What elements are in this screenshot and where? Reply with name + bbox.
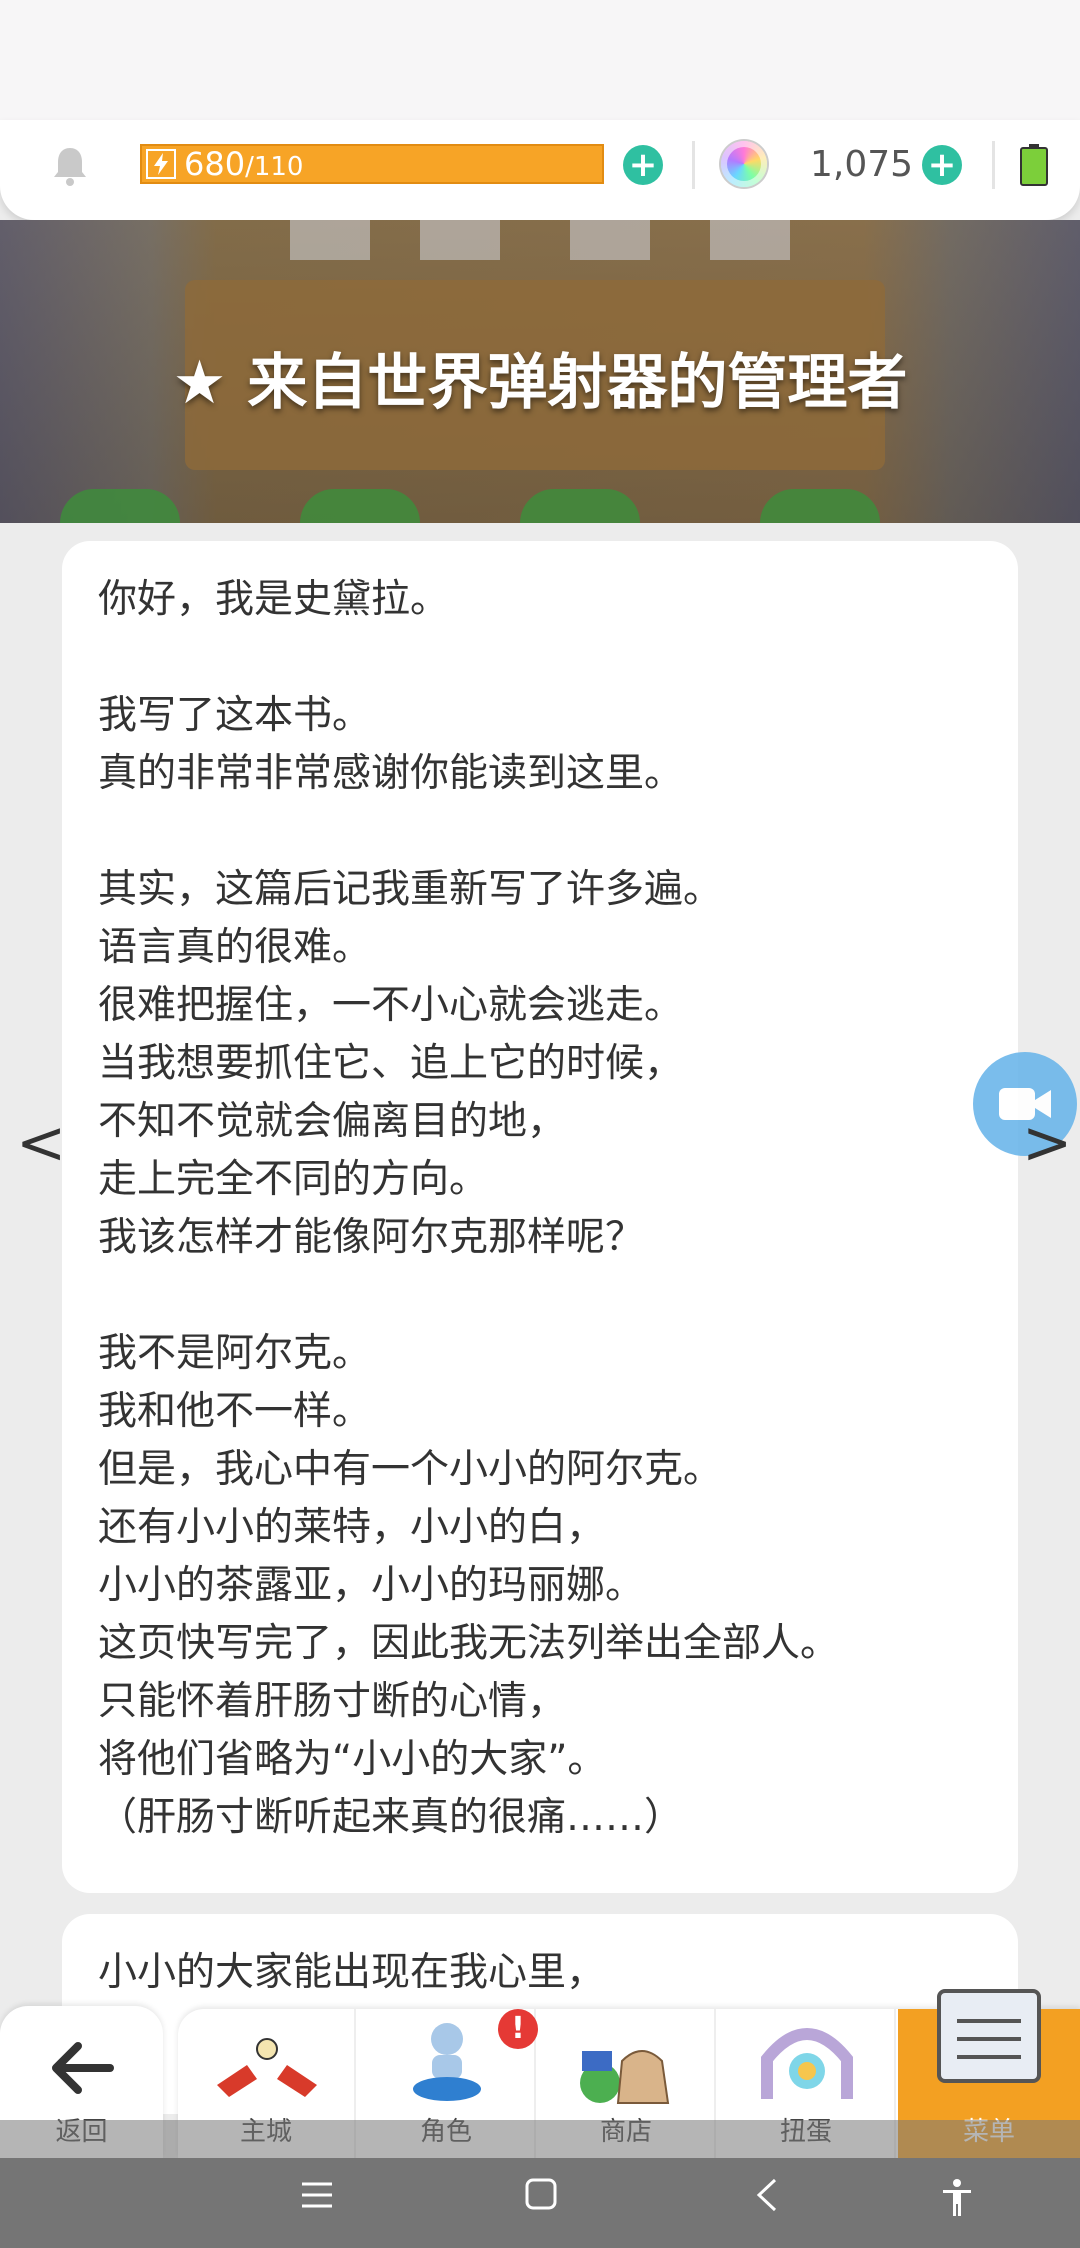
stamina-value: 680/110 <box>184 145 304 183</box>
chapter-title: ★ 来自世界弹射器的管理者 <box>172 348 908 418</box>
card-text: 你好，我是史黛拉。 我写了这本书。真的非常非常感谢你能读到这里。 其实，这篇后记我重… <box>98 571 839 1847</box>
home-icon[interactable] <box>525 2178 557 2210</box>
battery-icon <box>1020 144 1048 186</box>
text-line: 我该怎样才能像阿尔克那样呢？ <box>98 1215 645 1260</box>
text-line: 不知不觉就会偏离目的地， <box>98 1099 567 1144</box>
text-line: 我不是阿尔克。 <box>98 1331 372 1376</box>
divider <box>992 141 995 189</box>
text-card: 你好，我是史黛拉。 我写了这本书。真的非常非常感谢你能读到这里。 其实，这篇后记我重… <box>62 541 1018 1893</box>
next-page-button[interactable]: > <box>1022 1108 1072 1178</box>
text-line: 你好，我是史黛拉。 <box>98 577 450 622</box>
banner-decor <box>300 489 420 523</box>
stamina-bar: 680/110 <box>140 144 604 184</box>
text-line <box>98 629 839 687</box>
gacha-icon <box>761 2028 853 2099</box>
text-line: 将他们省略为“小小的大家”。 <box>98 1737 607 1782</box>
gem-count: 1,075 <box>810 144 914 185</box>
text-line: 真的非常非常感谢你能读到这里。 <box>98 751 684 796</box>
accessibility-icon[interactable] <box>940 2178 974 2218</box>
text-line: （肝肠寸断听起来真的很痛……） <box>98 1795 684 1840</box>
text-line: 我和他不一样。 <box>98 1389 372 1434</box>
text-line <box>98 1267 839 1325</box>
town-icon <box>217 2038 317 2097</box>
text-line: 小小的大家能出现在我心里， <box>98 1950 606 1995</box>
card-text: 小小的大家能出现在我心里， <box>98 1944 605 2002</box>
lightning-icon <box>146 149 176 179</box>
text-line: 小小的茶露亚，小小的玛丽娜。 <box>98 1563 645 1608</box>
bell-icon[interactable] <box>50 144 90 188</box>
resource-bar: 680/110 + 1,075 + <box>0 120 1080 220</box>
back-arrow-icon <box>52 2042 114 2094</box>
text-line: 其实，这篇后记我重新写了许多遍。 <box>98 867 723 912</box>
shop-icon <box>580 2050 670 2104</box>
divider <box>692 141 695 189</box>
banner-decor <box>520 489 640 523</box>
chapter-banner: ★ 来自世界弹射器的管理者 <box>0 220 1080 523</box>
text-line: 走上完全不同的方向。 <box>98 1157 489 1202</box>
alert-badge: ! <box>498 2009 538 2049</box>
gem-icon <box>721 141 767 187</box>
add-gems-button[interactable]: + <box>922 145 962 185</box>
menu-notebook-icon <box>937 1989 1041 2083</box>
prev-page-button[interactable]: < <box>16 1108 66 1178</box>
recent-apps-icon[interactable] <box>300 2178 334 2212</box>
text-line <box>98 803 839 861</box>
text-line: 很难把握住，一不小心就会逃走。 <box>98 983 684 1028</box>
text-line: 我写了这本书。 <box>98 693 372 738</box>
text-line: 当我想要抓住它、追上它的时候， <box>98 1041 684 1086</box>
banner-decor <box>710 220 790 260</box>
status-bar-area <box>0 0 1080 140</box>
banner-decor <box>760 489 880 523</box>
text-line: 语言真的很难。 <box>98 925 372 970</box>
character-icon <box>413 2023 481 2101</box>
banner-decor <box>60 489 180 523</box>
banner-decor <box>290 220 370 260</box>
text-line: 还有小小的莱特，小小的白， <box>98 1505 606 1550</box>
text-line: 但是，我心中有一个小小的阿尔克。 <box>98 1447 723 1492</box>
back-system-icon[interactable] <box>755 2178 779 2212</box>
system-nav-bar <box>0 2158 1080 2248</box>
add-stamina-button[interactable]: + <box>623 145 663 185</box>
banner-decor <box>420 220 500 260</box>
text-line: 只能怀着肝肠寸断的心情， <box>98 1679 567 1724</box>
banner-decor <box>570 220 650 260</box>
text-line: 这页快写完了，因此我无法列举出全部人。 <box>98 1621 840 1666</box>
nav-shadow <box>0 2120 1080 2158</box>
